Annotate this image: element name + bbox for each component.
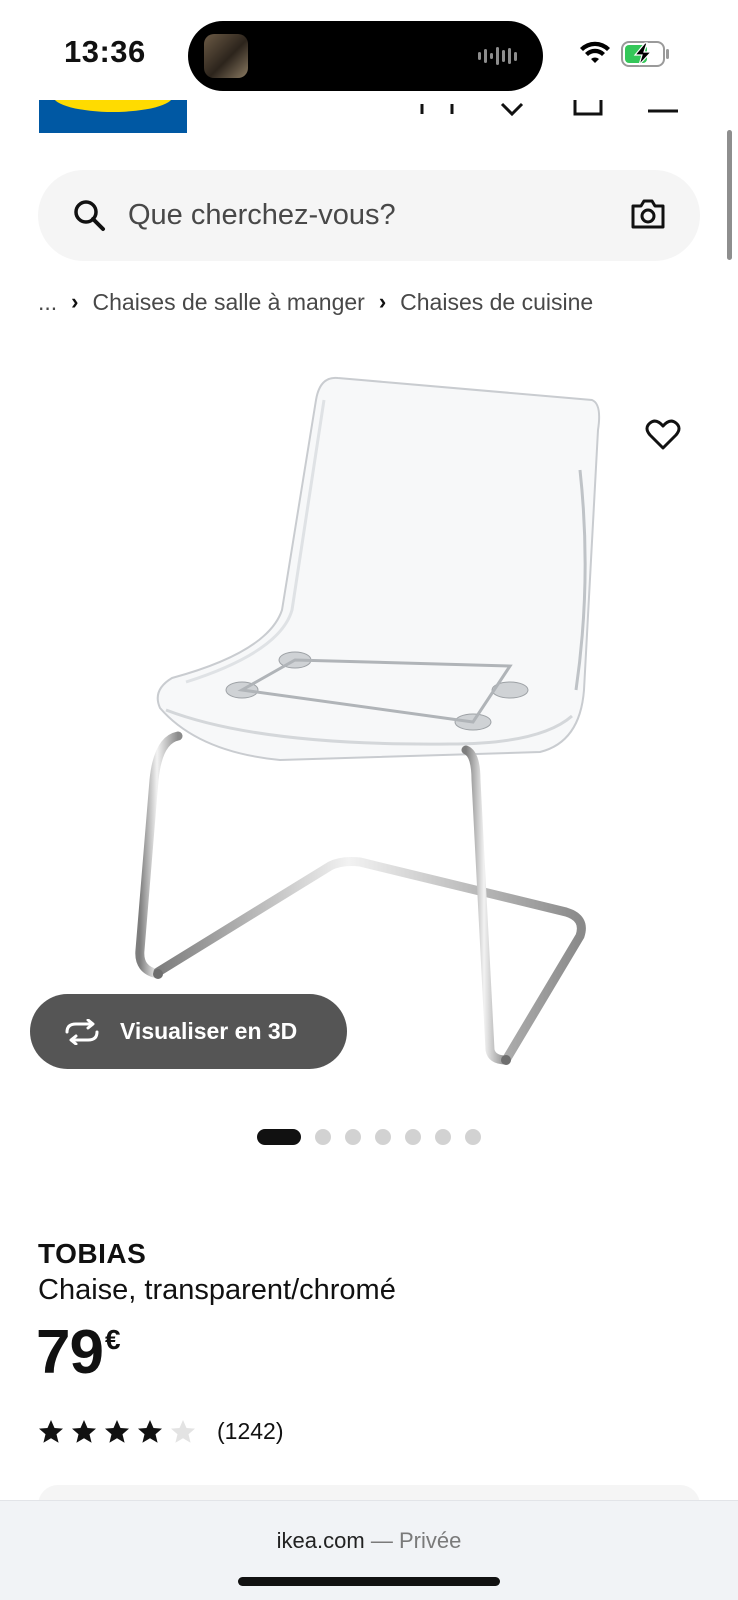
page-scrollbar[interactable] [727, 130, 732, 260]
ikea-logo[interactable] [39, 100, 187, 133]
browser-url-bar[interactable]: ikea.com — Privée [0, 1500, 738, 1600]
search-bar[interactable] [38, 170, 700, 261]
heart-icon[interactable] [500, 100, 524, 116]
url-domain: ikea.com [276, 1528, 365, 1553]
price-currency: € [104, 1324, 121, 1355]
breadcrumb: ... › Chaises de salle à manger › Chaise… [38, 285, 593, 319]
star-empty-icon [171, 1420, 195, 1443]
dynamic-island[interactable] [188, 21, 543, 91]
view-3d-label: Visualiser en 3D [120, 1018, 298, 1044]
star-filled-icon [72, 1420, 96, 1443]
product-name: TOBIAS [38, 1238, 147, 1269]
product-rating[interactable]: (1242) [38, 1418, 283, 1445]
carousel-dot[interactable] [405, 1129, 421, 1145]
favorite-button[interactable] [640, 412, 686, 458]
status-time: 13:36 [64, 34, 146, 69]
private-mode-label: — Privée [370, 1528, 462, 1553]
star-filled-icon [39, 1420, 63, 1443]
breadcrumb-item-kitchen-chairs[interactable]: Chaises de cuisine [400, 289, 593, 316]
breadcrumb-ellipsis[interactable]: ... [38, 289, 57, 316]
url-display[interactable]: ikea.com — Privée [0, 1528, 738, 1554]
star-filled-icon [105, 1420, 129, 1443]
menu-icon[interactable] [648, 100, 678, 116]
carousel-dot[interactable] [345, 1129, 361, 1145]
rotate-3d-icon [65, 1018, 99, 1045]
carousel-indicator [257, 1129, 481, 1145]
review-count[interactable]: (1242) [217, 1418, 283, 1445]
status-bar: 13:36 [0, 0, 738, 100]
product-price: 79€ [36, 1322, 121, 1384]
carousel-dot-active[interactable] [257, 1129, 301, 1145]
carousel-dot[interactable] [375, 1129, 391, 1145]
product-description: Chaise, transparent/chromé [38, 1274, 396, 1306]
price-value: 79 [36, 1318, 104, 1387]
home-indicator[interactable] [238, 1577, 500, 1586]
camera-icon[interactable] [630, 197, 666, 231]
star-filled-icon [138, 1420, 162, 1443]
search-input[interactable] [128, 170, 588, 261]
wifi-icon [580, 41, 610, 63]
product-image[interactable] [120, 360, 620, 1100]
heart-outline-icon [645, 419, 681, 450]
carousel-dot[interactable] [315, 1129, 331, 1145]
breadcrumb-item-dining-chairs[interactable]: Chaises de salle à manger [93, 289, 365, 316]
battery-charging-icon [621, 41, 669, 67]
cart-icon[interactable] [573, 100, 603, 116]
now-playing-artwork [204, 34, 248, 78]
view-3d-button[interactable]: Visualiser en 3D [30, 994, 347, 1069]
carousel-dot[interactable] [465, 1129, 481, 1145]
chevron-right-icon: › [378, 289, 387, 314]
user-icon[interactable] [420, 100, 454, 116]
search-icon[interactable] [72, 198, 106, 232]
carousel-dot[interactable] [435, 1129, 451, 1145]
chevron-right-icon: › [71, 289, 79, 314]
audio-waveform-icon [478, 45, 517, 67]
